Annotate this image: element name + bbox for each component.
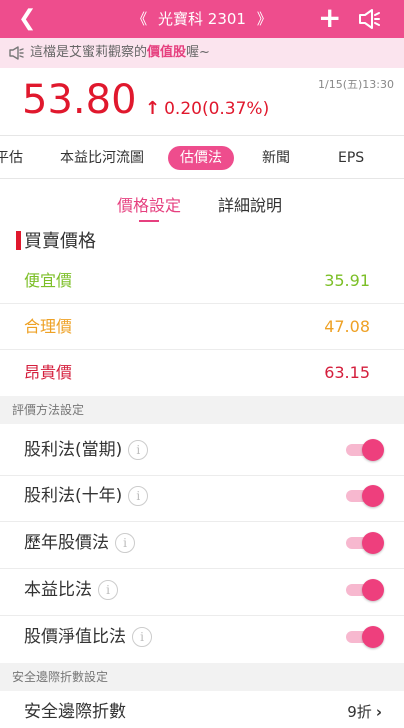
method-row: 股利法(十年) i	[0, 470, 404, 522]
price-label: 便宜價	[24, 271, 73, 290]
next-stock-icon[interactable]: 》	[257, 10, 272, 28]
method-label-wrap: 股價淨值比法 i	[24, 611, 152, 663]
subtab-price-settings[interactable]: 價格設定	[117, 194, 181, 222]
method-label: 股價淨值比法	[24, 627, 126, 647]
price-change-value: 0.20(0.37%)	[164, 99, 270, 119]
plus-icon[interactable]: +	[318, 3, 341, 33]
method-toggle[interactable]	[346, 579, 384, 601]
method-settings-header: 評價方法設定	[0, 396, 404, 424]
notice-text-before: 這檔是艾蜜莉觀察的	[30, 45, 148, 60]
price-label: 合理價	[24, 317, 73, 336]
safety-margin-value-wrap: 9折 ›	[347, 700, 382, 724]
section-title-text: 買賣價格	[24, 231, 96, 252]
quote-panel: 53.80 ↑ 0.20(0.37%) 1/15(五)13:30	[0, 68, 404, 132]
method-label-wrap: 本益比法 i	[24, 564, 118, 616]
price-row-cheap: 便宜價 35.91	[0, 258, 404, 304]
notice-text: 這檔是艾蜜莉觀察的價值股喔~	[30, 38, 210, 68]
stock-name-code: 光寶科 2301	[158, 10, 246, 28]
speaker-icon	[9, 46, 24, 60]
toggle-knob	[362, 485, 384, 507]
price-value: 63.15	[324, 363, 370, 382]
notice-text-after: 喔~	[186, 45, 210, 60]
current-price: 53.80	[22, 77, 137, 123]
tab-pe-river-chart[interactable]: 本益比河流圖	[60, 146, 144, 170]
section-title: 買賣價格	[16, 230, 96, 254]
price-label: 昂貴價	[24, 363, 73, 382]
tab-valuation-method[interactable]: 估價法	[168, 146, 234, 170]
sub-tab-bar: 價格設定 詳細說明	[0, 192, 404, 222]
notice-bar: 這檔是艾蜜莉觀察的價值股喔~	[0, 38, 404, 68]
method-toggle[interactable]	[346, 626, 384, 648]
method-row: 股價淨值比法 i	[0, 611, 404, 663]
method-row: 本益比法 i	[0, 564, 404, 616]
speaker-icon[interactable]	[356, 6, 382, 32]
info-icon[interactable]: i	[128, 486, 149, 506]
method-toggle[interactable]	[346, 485, 384, 507]
method-label: 股利法(當期)	[24, 440, 123, 460]
quote-time: 1/15(五)13:30	[318, 78, 394, 91]
method-toggle[interactable]	[346, 439, 384, 461]
section-marker	[16, 231, 21, 250]
method-label-wrap: 歷年股價法 i	[24, 517, 135, 569]
stock-title: 《 光寶科 2301 》	[0, 9, 404, 29]
price-value: 47.08	[324, 317, 370, 336]
top-bar: ❮ 《 光寶科 2301 》 +	[0, 0, 404, 38]
info-icon[interactable]: i	[115, 533, 135, 553]
tab-valuation-partial[interactable]: 平估	[0, 146, 23, 170]
method-row: 歷年股價法 i	[0, 517, 404, 569]
method-label: 本益比法	[24, 580, 92, 600]
safety-margin-value: 9折	[347, 703, 372, 721]
tab-news[interactable]: 新聞	[262, 146, 290, 170]
chevron-right-icon: ›	[375, 703, 382, 721]
method-label-wrap: 股利法(十年) i	[24, 470, 149, 522]
price-row-fair: 合理價 47.08	[0, 304, 404, 350]
tab-eps[interactable]: EPS	[338, 146, 364, 170]
method-label: 歷年股價法	[24, 533, 109, 553]
toggle-knob	[362, 579, 384, 601]
method-label: 股利法(十年)	[24, 486, 123, 506]
method-label-wrap: 股利法(當期) i	[24, 424, 149, 476]
price-row-expensive: 昂貴價 63.15	[0, 350, 404, 396]
price-value: 35.91	[324, 271, 370, 290]
info-icon[interactable]: i	[98, 580, 118, 600]
method-toggle[interactable]	[346, 532, 384, 554]
toggle-knob	[362, 439, 384, 461]
toggle-knob	[362, 626, 384, 648]
safety-margin-row[interactable]: 安全邊際折數 9折 ›	[0, 694, 404, 728]
safety-margin-label: 安全邊際折數	[24, 702, 126, 722]
prev-stock-icon[interactable]: 《	[132, 10, 147, 28]
tab-bar: 平估 本益比河流圖 估價法 新聞 EPS	[0, 135, 404, 179]
price-change: ↑ 0.20(0.37%)	[145, 97, 269, 121]
up-arrow-icon: ↑	[145, 98, 161, 119]
subtab-details[interactable]: 詳細說明	[218, 194, 282, 218]
safety-settings-header: 安全邊際折數設定	[0, 663, 404, 691]
toggle-knob	[362, 532, 384, 554]
info-icon[interactable]: i	[128, 440, 149, 460]
info-icon[interactable]: i	[132, 627, 152, 647]
notice-highlight: 價值股	[147, 45, 187, 60]
method-row: 股利法(當期) i	[0, 424, 404, 476]
